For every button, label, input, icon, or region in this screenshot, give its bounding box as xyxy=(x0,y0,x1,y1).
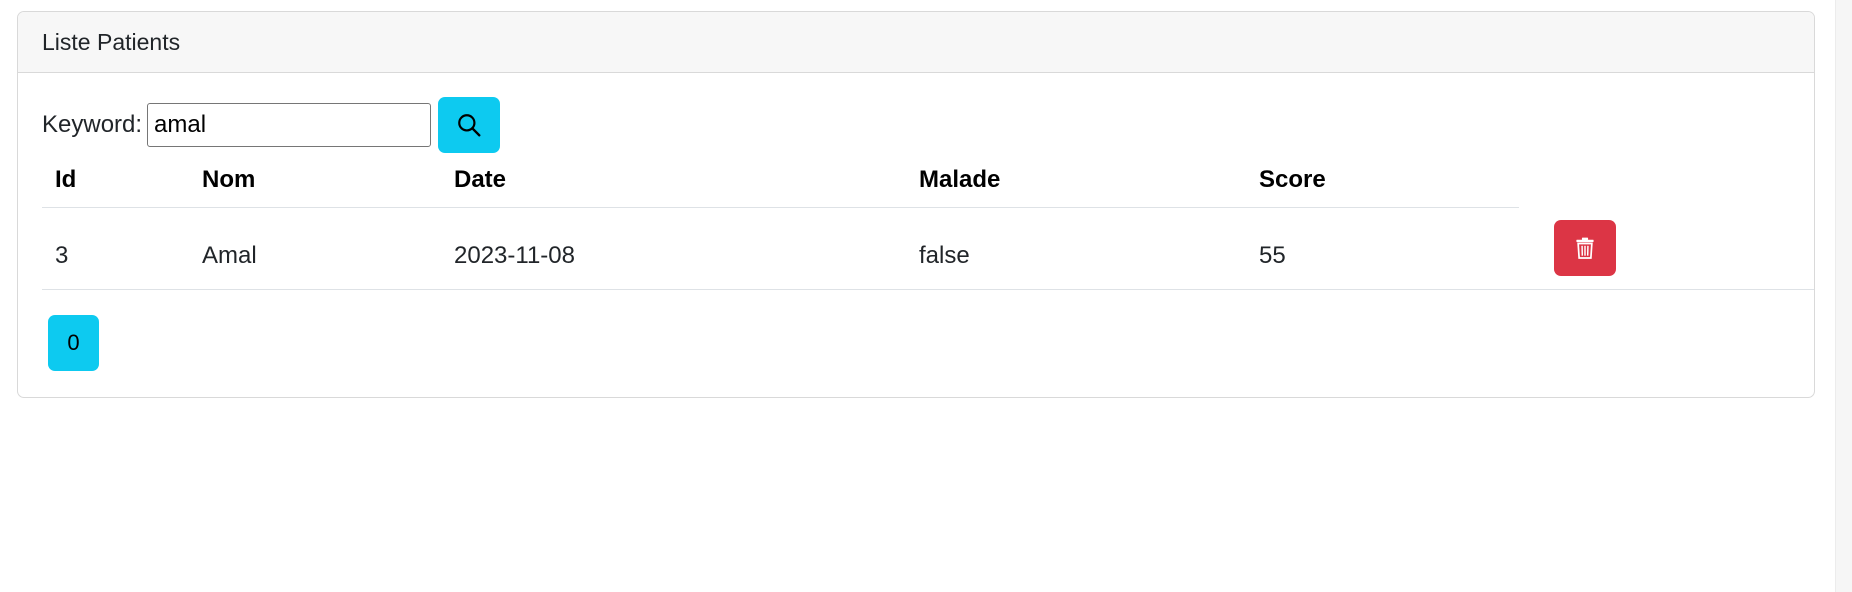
cell-malade: false xyxy=(919,242,970,269)
column-header-nom: Nom xyxy=(202,166,256,193)
search-form: Keyword: xyxy=(42,97,501,153)
cell-score: 55 xyxy=(1259,242,1286,269)
table-row: 3 Amal 2023-11-08 false 55 xyxy=(42,208,1814,290)
card-title: Liste Patients xyxy=(42,28,181,55)
table-header-row: Id Nom Date Malade Score xyxy=(42,158,1519,208)
column-header-date: Date xyxy=(454,166,507,193)
trash-icon xyxy=(1576,237,1594,259)
search-icon xyxy=(458,114,481,137)
scrollbar[interactable] xyxy=(1835,0,1852,592)
cell-date: 2023-11-08 xyxy=(454,242,575,269)
card-header: Liste Patients xyxy=(18,12,1814,73)
search-button[interactable] xyxy=(438,97,501,153)
column-header-score: Score xyxy=(1259,166,1326,193)
patients-card: Liste Patients Keyword: Id Nom Date Mala… xyxy=(17,11,1815,398)
cell-id: 3 xyxy=(55,242,69,269)
page-button-0[interactable]: 0 xyxy=(48,315,99,371)
column-header-id: Id xyxy=(55,166,77,193)
column-header-malade: Malade xyxy=(919,166,1001,193)
keyword-input[interactable] xyxy=(147,103,432,147)
card-body: Keyword: Id Nom Date Malade Score 3 Ama xyxy=(18,73,1814,397)
delete-button[interactable] xyxy=(1554,220,1616,276)
keyword-label: Keyword: xyxy=(42,111,143,138)
cell-nom: Amal xyxy=(202,242,257,269)
page: Liste Patients Keyword: Id Nom Date Mala… xyxy=(0,0,1852,592)
